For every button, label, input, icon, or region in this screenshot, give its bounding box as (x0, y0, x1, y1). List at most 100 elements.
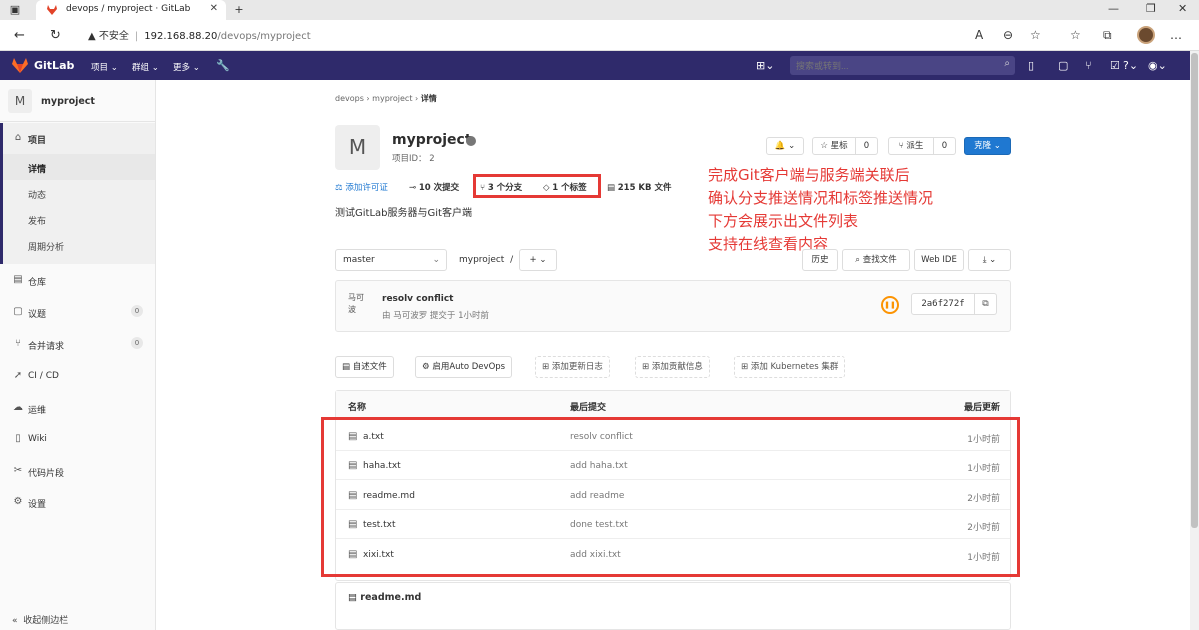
sidebar-project-name: myproject (41, 96, 95, 107)
page-scrollbar[interactable] (1190, 51, 1199, 630)
search-icon: ⌕ (855, 255, 861, 265)
search-input[interactable] (796, 59, 986, 72)
back-icon[interactable]: ← (14, 28, 25, 43)
wrench-icon[interactable]: 🔧 (216, 59, 230, 72)
gitlab-brand[interactable]: GitLab (34, 59, 74, 72)
issues-icon[interactable]: ▢ (1058, 59, 1068, 72)
notification-button[interactable]: 🔔 ⌄ (766, 137, 804, 155)
sidebar-item-repository[interactable]: ▤ 仓库 (0, 267, 155, 293)
sidebar-item-settings[interactable]: ⚙ 设置 (0, 489, 155, 515)
add-contributing-button[interactable]: ⊞ 添加贡献信息 (635, 356, 710, 378)
sidebar-item-project[interactable]: ⌂ 项目 (0, 125, 155, 151)
gear-icon: ⚙ (422, 362, 433, 372)
url-host: 192.168.88.20 (144, 31, 218, 42)
todo-icon[interactable]: ☑ (1110, 59, 1120, 72)
new-tab-icon[interactable]: + (230, 2, 248, 18)
download-button[interactable]: ⤓ ⌄ (968, 249, 1011, 271)
find-file-button[interactable]: ⌕ 查找文件 (842, 249, 910, 271)
branches-tags-highlight (473, 174, 601, 198)
sidebar-project-header[interactable]: M myproject (0, 80, 155, 122)
add-kubernetes-button[interactable]: ⊞ 添加 Kubernetes 集群 (734, 356, 846, 378)
sidebar-item-wiki[interactable]: ▯ Wiki (0, 426, 155, 452)
project-avatar: M (8, 89, 32, 113)
repo-path: myproject / (459, 255, 514, 265)
tab-actions-icon[interactable]: ▣ (6, 2, 24, 18)
minimize-icon[interactable]: — (1108, 2, 1119, 15)
more-icon[interactable]: … (1170, 28, 1182, 42)
scissors-icon: ✂ (13, 465, 23, 476)
sidebar-item-merge-requests[interactable]: ⑂ 合并请求 0 (0, 331, 155, 357)
author-avatar[interactable]: 马可波 (348, 292, 370, 320)
readme-button[interactable]: ▤ 自述文件 (335, 356, 394, 378)
web-ide-button[interactable]: Web IDE (914, 249, 964, 271)
collections-icon[interactable]: ⧉ (1103, 28, 1112, 43)
history-button[interactable]: 历史 (802, 249, 838, 271)
menu-groups[interactable]: 群组 ⌄ (132, 61, 159, 73)
collapse-sidebar-button[interactable]: « 收起侧边栏 (12, 613, 68, 626)
merge-request-icon[interactable]: ⑂ (1085, 59, 1092, 72)
star-count[interactable]: 0 (856, 137, 878, 155)
browser-profile-avatar[interactable] (1137, 26, 1155, 44)
commit-sha[interactable]: 2a6f272f (911, 293, 975, 315)
rocket-icon: ➚ (13, 370, 23, 381)
annotation-text: 完成Git客户端与服务端关联后 确认分支推送情况和标签推送情况 下方会展示出文件… (708, 166, 934, 253)
scrollbar-thumb[interactable] (1191, 53, 1198, 528)
issues-icon: ▢ (13, 306, 23, 317)
auto-devops-button[interactable]: ⚙ 启用Auto DevOps (415, 356, 513, 378)
project-sidebar: M myproject ⌂ 项目 详情 动态 发布 周期分析 ▤ 仓库 ▢ 议题… (0, 80, 156, 630)
fork-button[interactable]: ⑂ 派生 (888, 137, 934, 155)
sidebar-subitem-releases[interactable]: 发布 (3, 206, 155, 232)
sidebar-subitem-cycle-analytics[interactable]: 周期分析 (3, 232, 155, 258)
table-header: 名称 最后提交 最后更新 (336, 391, 1010, 418)
read-aloud-icon[interactable]: A (975, 28, 983, 42)
zoom-icon[interactable]: ⊖ (1003, 28, 1013, 42)
repo-path-root[interactable]: myproject (459, 255, 504, 265)
fork-count[interactable]: 0 (934, 137, 956, 155)
commit-message-link[interactable]: resolv conflict (382, 294, 454, 304)
menu-more[interactable]: 更多 ⌄ (173, 61, 200, 73)
readme-header[interactable]: ▤ readme.md (348, 592, 421, 603)
size-stat: ▤ 215 KB 文件 (607, 183, 672, 193)
user-avatar-icon[interactable]: ◉⌄ (1148, 59, 1167, 72)
issues-count-badge: 0 (131, 305, 143, 317)
favorites-icon[interactable]: ☆ (1070, 28, 1081, 42)
gitlab-header: GitLab 项目 ⌄ 群组 ⌄ 更多 ⌄ 🔧 ⊞⌄ ⌕ ▯ ▢ ⑂ ☑ ?⌄ … (0, 51, 1190, 80)
pipeline-status-icon[interactable]: ❚❚ (881, 296, 899, 314)
license-icon: ⚖ (335, 183, 346, 193)
new-item-icon[interactable]: ⊞⌄ (756, 59, 774, 72)
sidebar-item-operations[interactable]: ☁ 运维 (0, 395, 155, 421)
browser-tab[interactable]: devops / myproject · GitLab ✕ (36, 0, 226, 20)
help-icon[interactable]: ?⌄ (1123, 59, 1138, 72)
clone-button[interactable]: 克隆 ⌄ (964, 137, 1011, 155)
plus-square-icon: ⊞ (642, 362, 652, 372)
sidebar-item-cicd[interactable]: ➚ CI / CD (0, 363, 155, 389)
maximize-icon[interactable]: ❐ (1146, 2, 1156, 15)
search-icon[interactable]: ⌕ (1004, 58, 1010, 69)
gitlab-favicon-icon (47, 5, 57, 15)
breadcrumb-project[interactable]: myproject (372, 94, 412, 103)
url-field[interactable]: ▲ 不安全 | 192.168.88.20/devops/myproject (88, 27, 311, 45)
url-path: /devops/myproject (217, 31, 311, 42)
reload-icon[interactable]: ↻ (50, 28, 61, 43)
add-changelog-button[interactable]: ⊞ 添加更新日志 (535, 356, 610, 378)
sidebar-item-issues[interactable]: ▢ 议题 0 (0, 299, 155, 325)
cloud-icon: ☁ (13, 402, 23, 413)
breadcrumb-current: 详情 (420, 94, 437, 103)
breadcrumb-group[interactable]: devops (335, 94, 364, 103)
commits-stat[interactable]: ⊸ 10 次提交 (409, 181, 459, 193)
sidebar-item-snippets[interactable]: ✂ 代码片段 (0, 458, 155, 484)
sidebar-subitem-details[interactable]: 详情 (3, 154, 155, 180)
add-file-dropdown[interactable]: + ⌄ (519, 249, 557, 271)
sidebar-toggle-icon[interactable]: ▯ (1028, 59, 1034, 72)
menu-projects[interactable]: 项目 ⌄ (91, 61, 118, 73)
sidebar-subitem-activity[interactable]: 动态 (3, 180, 155, 206)
window-close-icon[interactable]: ✕ (1178, 2, 1187, 15)
search-box[interactable]: ⌕ (790, 56, 1015, 75)
close-icon[interactable]: ✕ (210, 3, 218, 14)
gitlab-logo-icon[interactable] (12, 58, 28, 73)
add-license-link[interactable]: ⚖ 添加许可证 (335, 181, 388, 193)
copy-icon[interactable]: ⧉ (975, 293, 997, 315)
favorite-icon[interactable]: ☆ (1030, 28, 1041, 42)
star-button[interactable]: ☆ 星标 (812, 137, 856, 155)
branch-select[interactable]: master ⌄ (335, 249, 447, 271)
